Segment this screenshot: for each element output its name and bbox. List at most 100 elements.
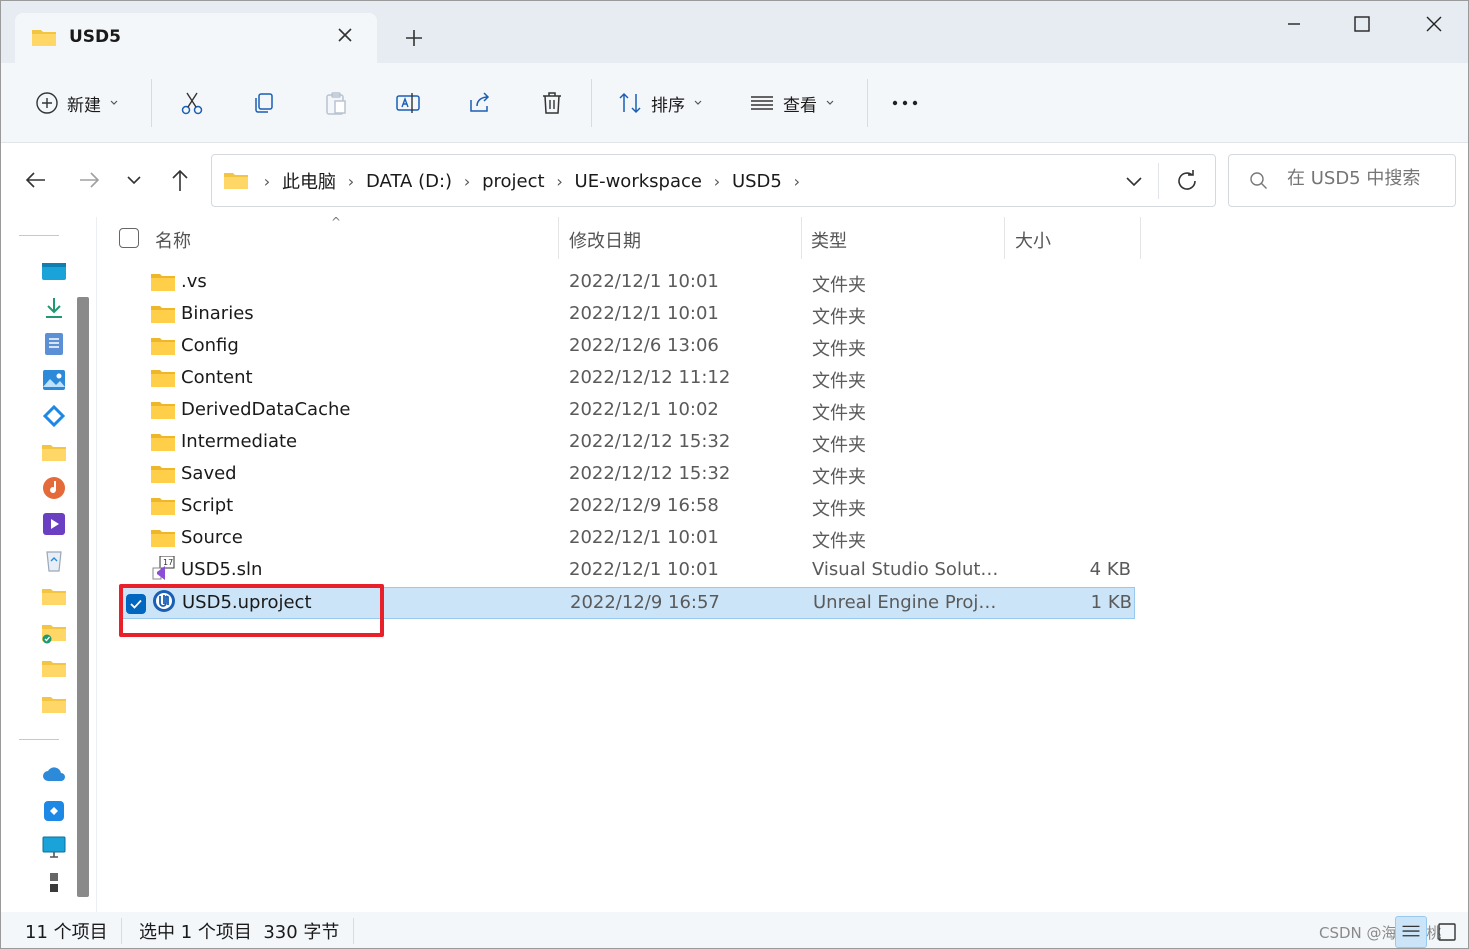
breadcrumb-data-drive[interactable]: DATA (D:) [366, 171, 452, 192]
details-view-icon[interactable] [1395, 916, 1427, 948]
file-date-modified: 2022/12/1 10:01 [569, 271, 719, 292]
file-date-modified: 2022/12/12 15:32 [569, 463, 731, 484]
file-date-modified: 2022/12/12 11:12 [569, 367, 731, 388]
refresh-icon[interactable] [1173, 167, 1201, 195]
network-icon[interactable] [41, 870, 67, 896]
delete-button[interactable] [539, 81, 565, 125]
file-row[interactable]: Script 2022/12/9 16:58 文件夹 [119, 491, 1135, 523]
documents-icon[interactable] [41, 331, 67, 357]
file-type: Visual Studio Soluti... [812, 559, 1002, 580]
pictures-icon[interactable] [41, 367, 67, 393]
chevron-down-icon [694, 100, 702, 105]
folder-icon[interactable] [41, 439, 67, 465]
file-type: 文件夹 [812, 435, 866, 456]
column-name[interactable]: 名称 [155, 227, 191, 253]
music-icon[interactable] [41, 475, 67, 501]
toolbar-divider [151, 79, 152, 127]
rename-icon [396, 93, 420, 113]
up-arrow-icon[interactable] [165, 165, 195, 195]
file-row[interactable]: Binaries 2022/12/1 10:01 文件夹 [119, 299, 1135, 331]
address-bar[interactable]: › 此电脑 › DATA (D:) › project › UE-workspa… [211, 154, 1216, 207]
cloud-drive-icon[interactable] [41, 798, 67, 824]
copy-button[interactable] [251, 81, 277, 125]
file-type: 文件夹 [812, 275, 866, 296]
folder-icon[interactable] [41, 583, 67, 609]
this-pc-icon[interactable] [41, 834, 67, 860]
view-button[interactable]: 查看 [749, 81, 835, 125]
new-button[interactable]: 新建 [35, 81, 119, 125]
file-row[interactable]: Saved 2022/12/12 15:32 文件夹 [119, 459, 1135, 491]
navigation-pane [1, 217, 97, 912]
file-name: Script [181, 495, 234, 516]
cut-button[interactable] [179, 81, 205, 125]
column-type[interactable]: 类型 [811, 227, 847, 253]
breadcrumb-separator: › [793, 171, 801, 191]
breadcrumb-this-pc[interactable]: 此电脑 [282, 168, 336, 194]
trash-icon [543, 92, 561, 114]
new-button-label: 新建 [67, 95, 101, 116]
folder-icon[interactable] [41, 655, 67, 681]
column-divider[interactable] [1140, 217, 1141, 259]
file-date-modified: 2022/12/1 10:01 [569, 559, 719, 580]
forward-arrow-icon[interactable] [74, 165, 104, 195]
new-tab-icon[interactable] [401, 25, 427, 51]
folder-icon[interactable] [41, 691, 67, 717]
add-circle-icon [36, 92, 58, 114]
column-divider[interactable] [801, 217, 802, 259]
maximize-icon[interactable] [1339, 7, 1385, 41]
close-window-icon[interactable] [1411, 7, 1457, 41]
tab-usd5[interactable]: USD5 [15, 13, 377, 63]
column-size[interactable]: 大小 [1015, 227, 1051, 253]
recycle-bin-icon[interactable] [41, 547, 67, 573]
videos-icon[interactable] [41, 511, 67, 537]
file-row[interactable]: Content 2022/12/12 11:12 文件夹 [119, 363, 1135, 395]
folder-icon [151, 432, 175, 456]
column-date-modified[interactable]: 修改日期 [569, 227, 641, 253]
sidebar-divider [19, 739, 59, 740]
file-row[interactable]: Intermediate 2022/12/12 15:32 文件夹 [119, 427, 1135, 459]
more-options-button[interactable] [891, 81, 919, 125]
file-name: Config [181, 335, 239, 356]
synced-folder-icon[interactable] [41, 619, 67, 645]
select-all-checkbox[interactable] [119, 228, 139, 248]
downloads-icon[interactable] [41, 295, 67, 321]
column-divider[interactable] [558, 217, 559, 259]
minimize-icon[interactable] [1271, 7, 1317, 41]
breadcrumb-usd5[interactable]: USD5 [732, 171, 782, 192]
sidebar-scrollbar[interactable] [77, 297, 89, 897]
breadcrumb-project[interactable]: project [482, 171, 544, 192]
search-box[interactable] [1228, 154, 1456, 207]
onedrive-cloud-icon[interactable] [41, 762, 67, 788]
share-button[interactable] [467, 81, 493, 125]
file-row[interactable]: Source 2022/12/1 10:01 文件夹 [119, 523, 1135, 555]
breadcrumb: › 此电脑 › DATA (D:) › project › UE-workspa… [260, 168, 804, 194]
rename-button[interactable] [395, 81, 421, 125]
vscode-icon[interactable] [41, 403, 67, 429]
desktop-icon[interactable] [41, 259, 67, 285]
file-date-modified: 2022/12/9 16:57 [570, 592, 720, 613]
address-history-chevron-icon[interactable] [1120, 167, 1148, 195]
back-arrow-icon[interactable] [21, 165, 51, 195]
file-name: Binaries [181, 303, 254, 324]
file-row[interactable]: .vs 2022/12/1 10:01 文件夹 [119, 267, 1135, 299]
column-divider[interactable] [1004, 217, 1005, 259]
folder-icon [151, 272, 175, 296]
sort-button[interactable]: 排序 [617, 81, 703, 125]
file-row[interactable]: 17 USD5.sln 2022/12/1 10:01 Visual Studio S… [119, 555, 1135, 587]
address-divider [1158, 163, 1159, 199]
recent-locations-chevron-icon[interactable] [119, 165, 149, 195]
column-header: ^ 名称 修改日期 类型 大小 [97, 215, 1157, 259]
search-input[interactable] [1287, 168, 1447, 189]
file-row[interactable]: DerivedDataCache 2022/12/1 10:02 文件夹 [119, 395, 1135, 427]
close-tab-icon[interactable] [333, 23, 357, 47]
tiles-view-icon[interactable] [1431, 916, 1463, 948]
command-bar: 新建 排序 查看 [1, 63, 1468, 143]
file-type: 文件夹 [812, 307, 866, 328]
breadcrumb-ue-workspace[interactable]: UE-workspace [575, 171, 702, 192]
toolbar-divider [591, 79, 592, 127]
view-button-label: 查看 [783, 95, 817, 116]
file-row[interactable]: Config 2022/12/6 13:06 文件夹 [119, 331, 1135, 363]
paste-button[interactable] [323, 81, 349, 125]
file-type: 文件夹 [812, 403, 866, 424]
file-date-modified: 2022/12/6 13:06 [569, 335, 719, 356]
